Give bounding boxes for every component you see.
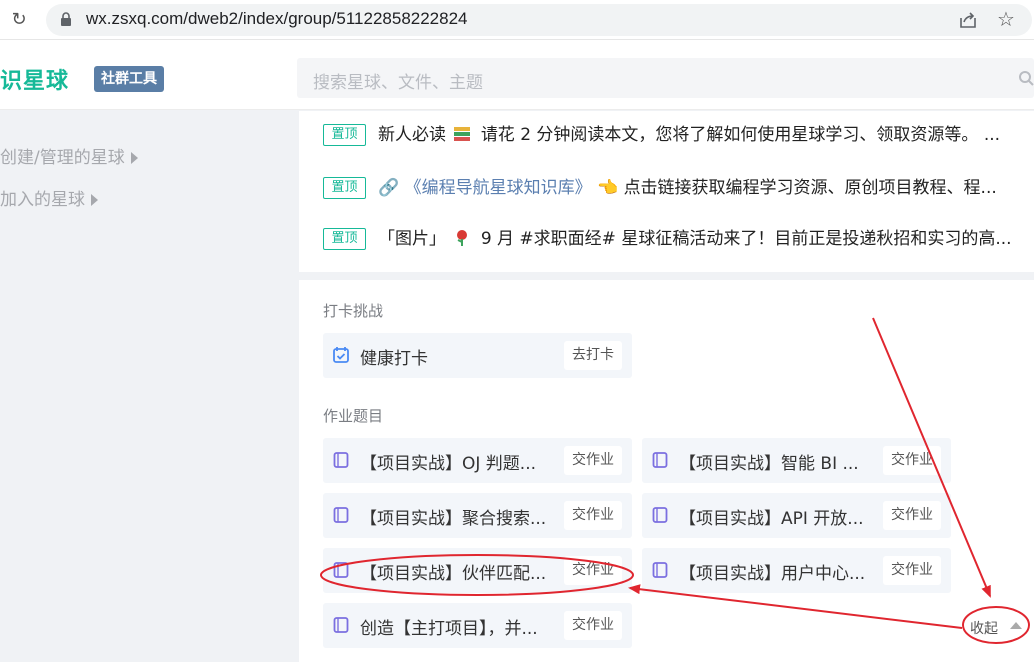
notebook-icon bbox=[333, 452, 349, 468]
homework-label: 【项目实战】智能 BI ... bbox=[679, 454, 859, 474]
pinned-post[interactable]: 置顶 「图片」 9 月 #求职面经# 星球征稿活动来了！目前正是投递秋招和实习的… bbox=[323, 226, 1028, 256]
share-icon[interactable] bbox=[958, 10, 978, 30]
sidebar-item-label: 加入的星球 bbox=[0, 190, 85, 210]
pinned-tag: 置顶 bbox=[323, 124, 366, 146]
submit-homework-button[interactable]: 交作业 bbox=[564, 611, 622, 640]
notebook-icon bbox=[333, 617, 349, 633]
checkin-item[interactable]: 健康打卡 去打卡 bbox=[323, 333, 632, 378]
notebook-icon bbox=[333, 507, 349, 523]
submit-homework-button[interactable]: 交作业 bbox=[564, 446, 622, 475]
homework-label: 【项目实战】OJ 判题... bbox=[360, 454, 537, 474]
sidebar-item-label: 创建/管理的星球 bbox=[0, 148, 125, 168]
caret-right-icon bbox=[130, 152, 138, 164]
checkin-button[interactable]: 去打卡 bbox=[564, 341, 622, 370]
homework-item[interactable]: 【项目实战】OJ 判题... 交作业 bbox=[323, 438, 632, 483]
homework-item[interactable]: 创造【主打项目】，并... 交作业 bbox=[323, 603, 632, 648]
pointing-hand-emoji-icon: 👈 bbox=[596, 178, 619, 198]
pinned-post-text: 🔗 《编程导航星球知识库》 👈 点击链接获取编程学习资源、原创项目教程、程... bbox=[378, 175, 1018, 201]
homework-label: 创造【主打项目】，并... bbox=[360, 619, 538, 639]
homework-item[interactable]: 【项目实战】聚合搜索... 交作业 bbox=[323, 493, 632, 538]
pinned-post-title: 9 月 #求职面经# 星球征稿活动来了！目前正是投递秋招和实习的高... bbox=[480, 229, 1012, 249]
pinned-posts: 置顶 新人必读 请花 2 分钟阅读本文，您将了解如何使用星球学习、领取资源等。 … bbox=[299, 111, 1034, 272]
pinned-post-title: 请花 2 分钟阅读本文，您将了解如何使用星球学习、领取资源等。 ... bbox=[480, 125, 1001, 145]
notebook-icon bbox=[652, 562, 668, 578]
homework-label: 【项目实战】API 开放... bbox=[679, 509, 864, 529]
search-icon[interactable] bbox=[1018, 70, 1034, 86]
collapse-button[interactable]: 收起 bbox=[970, 618, 998, 638]
logo-text[interactable]: 识星球 bbox=[0, 63, 69, 95]
rose-emoji-icon bbox=[457, 230, 468, 246]
pinned-post[interactable]: 置顶 新人必读 请花 2 分钟阅读本文，您将了解如何使用星球学习、领取资源等。 … bbox=[323, 122, 1028, 152]
pinned-post[interactable]: 置顶 🔗 《编程导航星球知识库》 👈 点击链接获取编程学习资源、原创项目教程、程… bbox=[323, 175, 1028, 205]
checkin-section-title: 打卡挑战 bbox=[323, 302, 384, 320]
sidebar-item-joined-groups[interactable]: 加入的星球 bbox=[0, 185, 98, 210]
pinned-tag: 置顶 bbox=[323, 177, 366, 199]
community-tools-badge[interactable]: 社群工具 bbox=[94, 66, 164, 92]
notebook-icon bbox=[333, 562, 349, 578]
caret-right-icon bbox=[91, 194, 98, 206]
search-placeholder: 搜索星球、文件、主题 bbox=[313, 73, 483, 93]
notebook-icon bbox=[652, 452, 668, 468]
pinned-tag: 置顶 bbox=[323, 228, 366, 250]
submit-homework-button[interactable]: 交作业 bbox=[564, 556, 622, 585]
pinned-post-prefix: 新人必读 bbox=[378, 125, 446, 145]
submit-homework-button[interactable]: 交作业 bbox=[564, 501, 622, 530]
pinned-post-text: 「图片」 9 月 #求职面经# 星球征稿活动来了！目前正是投递秋招和实习的高..… bbox=[378, 226, 1018, 252]
browser-toolbar: ↻ wx.zsxq.com/dweb2/index/group/51122858… bbox=[0, 0, 1034, 40]
bookmark-star-icon[interactable]: ☆ bbox=[997, 7, 1015, 31]
book-emoji-icon bbox=[454, 127, 471, 141]
homework-item[interactable]: 【项目实战】用户中心... 交作业 bbox=[642, 548, 951, 593]
sidebar-item-created-groups[interactable]: 创建/管理的星球 bbox=[0, 143, 138, 168]
knowledge-base-link[interactable]: 《编程导航星球知识库》 bbox=[405, 178, 592, 198]
pinned-post-title: 点击链接获取编程学习资源、原创项目教程、程... bbox=[623, 178, 997, 198]
link-icon: 🔗 bbox=[378, 178, 400, 198]
url-text[interactable]: wx.zsxq.com/dweb2/index/group/5112285822… bbox=[86, 9, 468, 29]
submit-homework-button[interactable]: 交作业 bbox=[883, 501, 941, 530]
lock-icon bbox=[61, 12, 71, 26]
homework-section-title: 作业题目 bbox=[323, 407, 384, 425]
calendar-check-icon bbox=[333, 347, 349, 363]
sidebar: 创建/管理的星球 加入的星球 bbox=[0, 111, 298, 662]
caret-up-icon[interactable] bbox=[1010, 622, 1022, 629]
homework-label: 【项目实战】聚合搜索... bbox=[360, 509, 547, 529]
homework-label: 【项目实战】用户中心... bbox=[679, 564, 866, 584]
homework-item[interactable]: 【项目实战】伙伴匹配... 交作业 bbox=[323, 548, 632, 593]
submit-homework-button[interactable]: 交作业 bbox=[883, 556, 941, 585]
submit-homework-button[interactable]: 交作业 bbox=[883, 446, 941, 475]
homework-item[interactable]: 【项目实战】API 开放... 交作业 bbox=[642, 493, 951, 538]
homework-item[interactable]: 【项目实战】智能 BI ... 交作业 bbox=[642, 438, 951, 483]
pinned-post-prefix: 「图片」 bbox=[378, 229, 446, 249]
app-header: 识星球 社群工具 搜索星球、文件、主题 bbox=[0, 40, 1034, 110]
search-input[interactable]: 搜索星球、文件、主题 bbox=[297, 58, 1034, 98]
homework-label: 【项目实战】伙伴匹配... bbox=[360, 564, 547, 584]
pinned-post-text: 新人必读 请花 2 分钟阅读本文，您将了解如何使用星球学习、领取资源等。 ... bbox=[378, 122, 1018, 148]
checkin-label: 健康打卡 bbox=[360, 349, 428, 369]
reload-icon[interactable]: ↻ bbox=[8, 9, 30, 31]
notebook-icon bbox=[652, 507, 668, 523]
